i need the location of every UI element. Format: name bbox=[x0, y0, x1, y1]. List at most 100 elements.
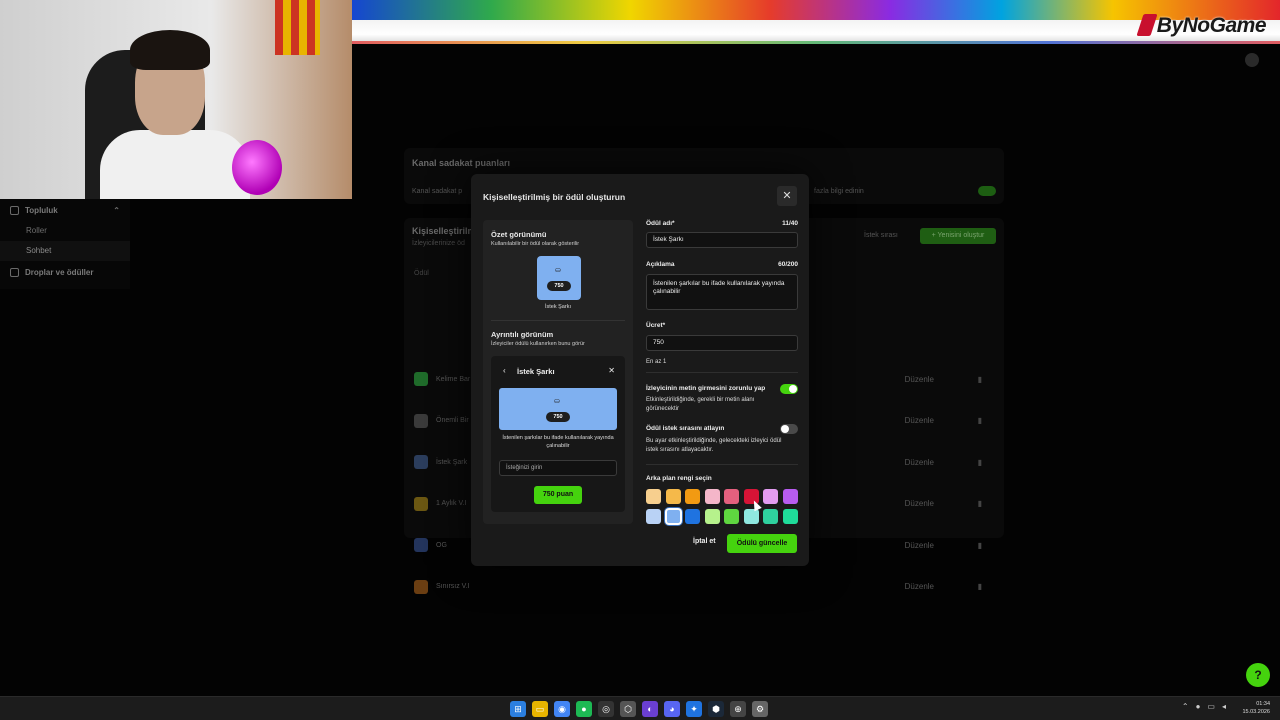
delete-icon[interactable]: ▮ bbox=[978, 499, 982, 508]
reward-icon bbox=[414, 413, 428, 428]
edit-button[interactable]: Düzenle bbox=[905, 416, 934, 425]
delete-icon[interactable]: ▮ bbox=[978, 375, 982, 384]
reward-tile: ⛀ 750 bbox=[537, 256, 581, 300]
treasure-icon: ⛀ bbox=[555, 267, 561, 274]
request-queue-link[interactable]: İstek sırası bbox=[864, 232, 898, 239]
discord-icon[interactable]: ◕ bbox=[664, 701, 680, 717]
cost-badge: 750 bbox=[546, 412, 570, 422]
start-icon[interactable]: ⊞ bbox=[510, 701, 526, 717]
reward-icon bbox=[414, 455, 428, 469]
detail-subtitle: İzleyiciler ödülü kullanırken bunu görür bbox=[491, 341, 585, 347]
update-reward-button[interactable]: Ödülü güncelle bbox=[727, 534, 797, 553]
delete-icon[interactable]: ▮ bbox=[978, 582, 982, 591]
detail-banner: ⛀ 750 bbox=[499, 388, 617, 430]
steam-icon[interactable]: ⬢ bbox=[708, 701, 724, 717]
modal-title: Kişiselleştirilmiş bir ödül oluşturun bbox=[483, 192, 626, 202]
color-swatch[interactable] bbox=[646, 508, 661, 524]
delete-icon[interactable]: ▮ bbox=[978, 458, 982, 467]
request-input-preview: İsteğinizi girin bbox=[499, 460, 617, 476]
reward-name: 1 Aylık V.I bbox=[436, 500, 467, 507]
color-swatch[interactable] bbox=[685, 508, 700, 524]
cost-input[interactable]: 750 bbox=[646, 335, 798, 351]
color-palette bbox=[646, 489, 798, 525]
color-swatch[interactable] bbox=[724, 508, 739, 524]
sidebar-item-chat[interactable]: Sohbet bbox=[0, 241, 130, 261]
color-swatch[interactable] bbox=[782, 489, 798, 504]
color-swatch[interactable] bbox=[664, 507, 682, 525]
taskbar: ⊞ ▭ ◉ ● ◎ ⬡ ◐ ◕ ✦ ⬢ ⊕ ⚙ ⌃ ● ▭ ◂ 01:34 15.03.2026 bbox=[0, 696, 1280, 720]
brand-logo: ByNoGame bbox=[1136, 14, 1267, 38]
sidebar-group-community[interactable]: Topluluk ⌃ bbox=[0, 199, 130, 221]
chrome-icon[interactable]: ◉ bbox=[554, 701, 570, 717]
reward-preview: Özet görünümü Kullanılabilir bir ödül ol… bbox=[483, 220, 633, 524]
community-icon bbox=[10, 205, 19, 215]
color-swatch[interactable] bbox=[724, 489, 739, 504]
color-swatch[interactable] bbox=[646, 489, 661, 504]
clock[interactable]: 01:34 15.03.2026 bbox=[1242, 700, 1270, 716]
color-swatch[interactable] bbox=[665, 489, 681, 504]
delete-icon[interactable]: ▮ bbox=[978, 416, 982, 425]
reward-name: İstek Şark bbox=[436, 458, 468, 466]
reward-name: OG bbox=[436, 541, 447, 549]
description-textarea[interactable]: İstenilen şarkılar bu ifade kullanılarak… bbox=[646, 274, 798, 310]
name-label: Ödül adı* bbox=[646, 220, 675, 227]
close-icon[interactable]: ✕ bbox=[777, 186, 797, 206]
reward-icon bbox=[414, 496, 428, 511]
color-swatch[interactable] bbox=[743, 508, 759, 524]
sidebar-item-roles[interactable]: Roller bbox=[0, 221, 130, 241]
color-swatch[interactable] bbox=[763, 489, 778, 504]
color-swatch[interactable] bbox=[704, 489, 720, 504]
color-swatch[interactable] bbox=[685, 489, 700, 504]
user-avatar[interactable] bbox=[1245, 53, 1259, 67]
explorer-icon[interactable]: ▭ bbox=[532, 701, 548, 717]
volume-icon[interactable]: ◂ bbox=[1222, 702, 1226, 711]
sidebar: Topluluk ⌃ Roller Sohbet Droplar ve ödül… bbox=[0, 199, 130, 289]
app-purple-icon[interactable]: ◐ bbox=[642, 701, 658, 717]
cost-hint: En az 1 bbox=[646, 359, 667, 365]
reward-name-input[interactable]: İstek Şarkı bbox=[646, 232, 798, 248]
description-label: Açıklama bbox=[646, 261, 675, 268]
reward-name: Önemli Bir bbox=[436, 417, 469, 424]
edit-button[interactable]: Düzenle bbox=[905, 499, 934, 508]
reward-row[interactable]: Sınırsız V.I Düzenle ▮ bbox=[414, 574, 994, 600]
gift-icon bbox=[10, 267, 19, 277]
name-counter: 11/40 bbox=[782, 220, 798, 227]
skip-queue-label: Ödül istek sırasını atlayın bbox=[646, 425, 725, 432]
app-blue-icon[interactable]: ✦ bbox=[686, 701, 702, 717]
epic-icon[interactable]: ⬡ bbox=[620, 701, 636, 717]
system-tray: ⌃ ● ▭ ◂ bbox=[1182, 702, 1226, 711]
help-chat-icon[interactable]: ? bbox=[1246, 663, 1270, 687]
settings-icon[interactable]: ⚙ bbox=[752, 701, 768, 717]
chevron-up-icon[interactable]: ⌃ bbox=[1182, 702, 1189, 711]
require-text-toggle[interactable] bbox=[780, 384, 798, 394]
color-swatch[interactable] bbox=[782, 508, 798, 524]
color-swatch[interactable] bbox=[763, 508, 778, 524]
edit-button[interactable]: Düzenle bbox=[905, 375, 934, 384]
description-counter: 60/200 bbox=[778, 261, 798, 268]
skip-queue-toggle[interactable] bbox=[780, 424, 798, 434]
app-cursor-icon[interactable]: ⊕ bbox=[730, 701, 746, 717]
create-new-button[interactable]: + Yenisini oluştur bbox=[920, 228, 996, 244]
loyalty-toggle[interactable] bbox=[978, 186, 996, 196]
taskbar-apps: ⊞ ▭ ◉ ● ◎ ⬡ ◐ ◕ ✦ ⬢ ⊕ ⚙ bbox=[510, 701, 768, 717]
color-label: Arka plan rengi seçin bbox=[646, 475, 712, 482]
streamer bbox=[95, 30, 250, 199]
cancel-button[interactable]: İptal et bbox=[693, 538, 716, 545]
network-icon[interactable]: ▭ bbox=[1207, 702, 1215, 711]
delete-icon[interactable]: ▮ bbox=[978, 541, 982, 550]
spotify-icon[interactable]: ● bbox=[576, 701, 592, 717]
require-text-label: İzleyicinin metin girmesini zorunlu yap bbox=[646, 385, 766, 392]
obs-icon[interactable]: ◎ bbox=[598, 701, 614, 717]
sidebar-group-drops[interactable]: Droplar ve ödüller bbox=[0, 261, 130, 283]
require-text-description: Etkinleştirildiğinde, gerekli bir metin … bbox=[646, 397, 755, 412]
edit-button[interactable]: Düzenle bbox=[905, 541, 934, 550]
edit-button[interactable]: Düzenle bbox=[905, 582, 934, 591]
divider bbox=[491, 320, 625, 321]
divider bbox=[646, 372, 798, 373]
skip-queue-description: Bu ayar etkinleştirildiğinde, gelecektek… bbox=[646, 438, 782, 453]
reward-name: Kelime Bar bbox=[436, 375, 471, 383]
edit-button[interactable]: Düzenle bbox=[905, 458, 934, 467]
color-swatch[interactable] bbox=[704, 508, 720, 524]
logo-mark-icon bbox=[1136, 14, 1158, 36]
mic-icon[interactable]: ● bbox=[1196, 702, 1201, 711]
